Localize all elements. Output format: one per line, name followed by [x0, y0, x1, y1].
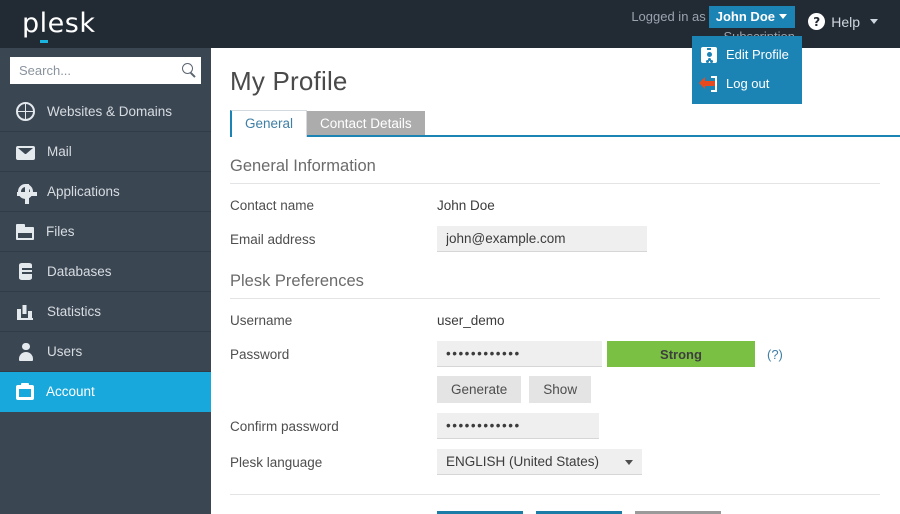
logo-text-lead: p — [22, 8, 40, 39]
sidebar-item-label: Users — [47, 345, 82, 359]
sidebar-item-account[interactable]: Account — [0, 372, 211, 412]
language-select-wrap: ENGLISH (United States) — [437, 449, 642, 475]
field-row-confirm-password: Confirm password — [230, 413, 880, 439]
plesk-control-panel: plesk Logged in asJohn Doe Subscription … — [0, 0, 900, 514]
menu-item-log-out[interactable]: Log out — [692, 69, 802, 98]
username-value: user_demo — [437, 313, 505, 328]
field-row-plesk-language: Plesk language ENGLISH (United States) — [230, 449, 880, 475]
database-icon — [19, 263, 32, 280]
confirm-password-field[interactable] — [437, 413, 599, 439]
generate-password-button[interactable]: Generate — [437, 376, 521, 403]
field-label: Confirm password — [230, 419, 437, 434]
sidebar-item-applications[interactable]: Applications — [0, 172, 211, 212]
email-field[interactable] — [437, 226, 647, 252]
field-label: Email address — [230, 232, 437, 247]
section-heading-general-information: General Information — [230, 157, 880, 184]
password-help-hint[interactable]: (?) — [767, 347, 783, 362]
tab-underline — [230, 135, 900, 137]
search-box[interactable] — [10, 57, 201, 84]
user-dropdown-menu: Edit Profile Log out — [692, 36, 802, 104]
search-input[interactable] — [10, 57, 201, 84]
sidebar-item-mail[interactable]: Mail — [0, 132, 211, 172]
plesk-language-select[interactable]: ENGLISH (United States) — [437, 449, 642, 475]
id-badge-icon — [701, 47, 717, 63]
sidebar-item-label: Account — [46, 385, 95, 399]
plesk-logo[interactable]: plesk — [22, 8, 95, 39]
user-menu-trigger[interactable]: John Doe — [709, 6, 795, 28]
field-row-username: Username user_demo — [230, 309, 880, 331]
tab-bar: General Contact Details — [230, 109, 880, 137]
section-heading-plesk-preferences: Plesk Preferences — [230, 272, 880, 299]
chevron-down-icon — [870, 19, 878, 24]
menu-item-label: Edit Profile — [726, 47, 789, 62]
sidebar-item-label: Websites & Domains — [47, 105, 172, 119]
field-label: Username — [230, 313, 437, 328]
question-circle-icon: ? — [808, 13, 825, 30]
folder-icon — [16, 227, 34, 240]
sidebar-item-files[interactable]: Files — [0, 212, 211, 252]
field-row-contact-name: Contact name John Doe — [230, 194, 880, 216]
sidebar-item-label: Statistics — [47, 305, 101, 319]
bar-chart-icon — [17, 303, 34, 320]
envelope-icon — [16, 146, 35, 160]
field-label: Plesk language — [230, 455, 437, 470]
help-button[interactable]: ? Help — [808, 13, 878, 30]
logged-in-line: Logged in as John Doe — [631, 6, 795, 28]
logo-text-rest: esk — [48, 8, 96, 39]
sidebar-item-label: Databases — [47, 265, 112, 279]
sidebar-item-users[interactable]: Users — [0, 332, 211, 372]
menu-item-edit-profile[interactable]: Edit Profile — [692, 40, 802, 69]
field-label: Password — [230, 347, 437, 362]
sidebar-item-label: Files — [46, 225, 75, 239]
password-strength-badge: Strong — [607, 341, 755, 367]
search-icon — [182, 63, 193, 74]
sidebar: Websites & Domains Mail Applications Fil… — [0, 48, 211, 514]
field-row-email-address: Email address — [230, 226, 880, 252]
footer-divider — [230, 494, 880, 495]
logo-text-underlined: l — [40, 8, 48, 43]
logout-arrow-icon — [701, 76, 717, 92]
contact-name-value: John Doe — [437, 198, 495, 213]
account-badge-icon — [16, 385, 34, 400]
help-label: Help — [831, 14, 860, 30]
user-name-label: John Doe — [716, 9, 775, 24]
password-field[interactable] — [437, 341, 602, 367]
main-content: My Profile General Contact Details Gener… — [211, 48, 900, 514]
tab-general[interactable]: General — [230, 110, 307, 137]
show-password-button[interactable]: Show — [529, 376, 591, 403]
sidebar-item-databases[interactable]: Databases — [0, 252, 211, 292]
sidebar-item-label: Applications — [47, 185, 120, 199]
gear-icon — [18, 184, 33, 199]
tab-contact-details[interactable]: Contact Details — [307, 111, 425, 137]
sidebar-item-websites-domains[interactable]: Websites & Domains — [0, 92, 211, 132]
field-row-password: Password Strong (?) — [230, 341, 880, 367]
sidebar-nav: Websites & Domains Mail Applications Fil… — [0, 92, 211, 412]
logged-in-label: Logged in as — [631, 9, 705, 24]
sidebar-item-label: Mail — [47, 145, 72, 159]
globe-icon — [16, 102, 35, 121]
field-label: Contact name — [230, 198, 437, 213]
sidebar-item-statistics[interactable]: Statistics — [0, 292, 211, 332]
chevron-down-icon — [779, 14, 787, 19]
password-button-row: Generate Show — [437, 376, 880, 403]
sidebar-search-wrap — [0, 48, 211, 92]
user-icon — [17, 343, 34, 361]
menu-item-label: Log out — [726, 76, 769, 91]
